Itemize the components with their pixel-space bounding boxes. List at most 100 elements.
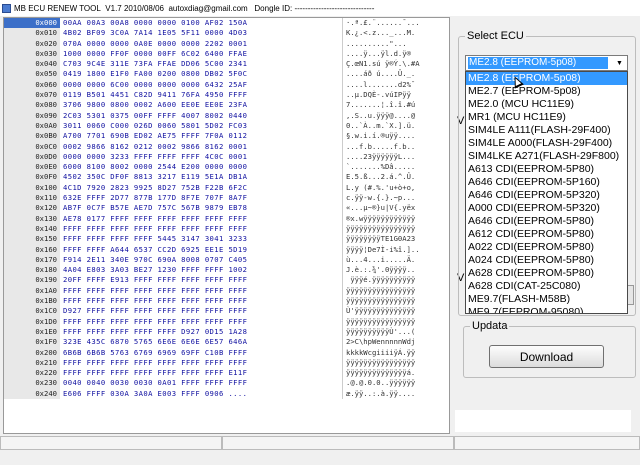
hex-ascii[interactable]: «...µ~®}u|V{.yëx — [342, 203, 447, 214]
hex-bytes[interactable]: A700 7701 690B ED02 AE75 FFFF 7F0A 0112 — [60, 131, 342, 141]
hex-row[interactable]: 0x050 0419 1800 E1F0 FA00 0200 0800 DB02 … — [4, 69, 449, 80]
hex-ascii[interactable]: ÿÿÿé.ÿÿÿÿÿÿÿÿÿÿ — [342, 275, 447, 286]
hex-row[interactable]: 0x160 FFFF FFFF A644 6537 CC2D 6925 EE1E … — [4, 244, 449, 255]
hex-row[interactable]: 0x1F0 323E 435C 6870 5765 6E6E 6E6E 6E57 … — [4, 337, 449, 348]
hex-bytes[interactable]: 070A 0000 0000 0A0E 0000 0000 2202 0001 — [60, 39, 342, 49]
hex-ascii[interactable]: .........."... — [342, 38, 447, 49]
hex-bytes[interactable]: 0000 0000 3233 FFFF FFFF FFFF 4C0C 0001 — [60, 152, 342, 162]
hex-bytes[interactable]: 4B02 BF09 3C0A 7A14 1E05 5F11 0000 4D03 — [60, 28, 342, 38]
ecu-option[interactable]: A022 CDI(EEPROM-5P80) — [466, 241, 627, 254]
hex-bytes[interactable]: FFFF FFFF FFFF FFFF FFFF FFFF FFFF FFFF — [60, 224, 342, 234]
ecu-select[interactable]: ME2.8 (EEPROM-5p08) ▼ — [465, 55, 628, 71]
hex-bytes[interactable]: FFFF FFFF FFFF FFFF FFFF FFFF FFFF FFFF — [60, 296, 342, 306]
ecu-option[interactable]: ME2.0 (MCU HC11E9) — [466, 98, 627, 111]
hex-ascii[interactable]: ÿÿÿÿÿÿÿÿTE1G0A23 — [342, 234, 447, 245]
hex-row[interactable]: 0x200 6B6B 6B6B 5763 6769 6969 69FF C10B … — [4, 347, 449, 358]
hex-row[interactable]: 0x000 00AA 00A3 00A8 0000 0000 0100 AF02 … — [4, 18, 449, 29]
ecu-option[interactable]: SIM4LE A000(FLASH-29F400) — [466, 137, 627, 150]
hex-ascii[interactable]: ....23ÿÿÿÿÿÿL... — [342, 151, 447, 163]
hex-row[interactable]: 0x110 632E FFFF 2D77 877B 177D 8F7E 707F … — [4, 193, 449, 204]
ecu-option[interactable]: ME9.7(EEPROM-95080) — [466, 306, 627, 313]
hex-row[interactable]: 0x1D0 FFFF FFFF FFFF FFFF FFFF FFFF FFFF … — [4, 316, 449, 327]
hex-bytes[interactable]: 00AA 00A3 00A8 0000 0000 0100 AF02 150A — [60, 18, 342, 28]
hex-row[interactable]: 0x190 20FF FFFF E913 FFFF FFFF FFFF FFFF … — [4, 275, 449, 286]
hex-ascii[interactable]: L.y (#.%.'u+ò+o, — [342, 182, 447, 194]
hex-row[interactable]: 0x100 4C1D 7920 2823 9925 8D27 752B F22B … — [4, 182, 449, 194]
hex-ascii[interactable]: ÿÿÿÿÿÿÿÿÿÿÿÿÿÿá. — [342, 368, 447, 379]
hex-bytes[interactable]: FFFF FFFF FFFF FFFF FFFF FFFF FFFF FFFF — [60, 286, 342, 296]
ecu-option[interactable]: SIM4LE A111(FLASH-29F400) — [466, 124, 627, 137]
download-button[interactable]: Download — [489, 345, 604, 368]
ecu-option[interactable]: ME9.7(FLASH-M58B) — [466, 293, 627, 306]
hex-row[interactable]: 0x210 FFFF FFFF FFFF FFFF FFFF FFFF FFFF … — [4, 357, 449, 369]
hex-row[interactable]: 0x170 F914 2E11 340E 970C 690A 8008 0707 … — [4, 254, 449, 266]
hex-bytes[interactable]: C703 9C4E 311E 73FA FFAE DD06 5C00 2341 — [60, 59, 342, 69]
hex-bytes[interactable]: F914 2E11 340E 970C 690A 8008 0707 C405 — [60, 255, 342, 265]
hex-bytes[interactable]: 0040 0040 0030 0030 0A01 FFFF FFFF FFFF — [60, 378, 342, 388]
hex-ascii[interactable]: ÿÿÿÿÿÿÿÿÿÿÿÿÿÿÿÿ — [342, 316, 447, 327]
hex-row[interactable]: 0x0F0 4502 350C DF0F 8813 3217 E119 5E1A … — [4, 172, 449, 183]
hex-row[interactable]: 0x010 4B02 BF09 3C0A 7A14 1E05 5F11 0000 … — [4, 28, 449, 39]
hex-bytes[interactable]: 0119 B501 4451 C82D 9411 76FA 4950 FFFF — [60, 90, 342, 100]
hex-editor[interactable]: 0x000 00AA 00A3 00A8 0000 0000 0100 AF02 … — [3, 17, 450, 434]
ecu-option[interactable]: SIM4LKE A271(FLASH-29F800) — [466, 150, 627, 163]
hex-row[interactable]: 0x1C0 D927 FFFF FFFF FFFF FFFF FFFF FFFF … — [4, 306, 449, 317]
hex-ascii[interactable]: 2>C\hpWennnnnWdj — [342, 337, 447, 348]
hex-ascii[interactable]: Ù'ÿÿÿÿÿÿÿÿÿÿÿÿÿÿ — [342, 306, 447, 317]
ecu-dropdown-list[interactable]: ME2.8 (EEPROM-5p08) ME2.7 (EEPROM-5p08) ME… — [465, 71, 628, 314]
ecu-option[interactable]: A612 CDI(EEPROM-5P80) — [466, 228, 627, 241]
hex-bytes[interactable]: 3706 9800 0800 0002 A600 EE0E EE0E 23FA — [60, 100, 342, 110]
chevron-down-icon[interactable]: ▼ — [613, 57, 626, 69]
hex-ascii[interactable]: ù...4...i.....Ä. — [342, 254, 447, 266]
hex-ascii[interactable]: æ.ÿÿ..:.à.ÿÿ.... — [342, 388, 447, 399]
hex-ascii[interactable]: ....l.......d2%¯ — [342, 79, 447, 91]
hex-row[interactable]: 0x030 1000 0000 FF0F 0000 00FF 6C02 6400 … — [4, 48, 449, 60]
hex-bytes[interactable]: AB7F 0C7F B57E AE7D 757C 567B 9879 EB78 — [60, 203, 342, 213]
hex-bytes[interactable]: 632E FFFF 2D77 877B 177D 8F7E 707F 8A7F — [60, 193, 342, 203]
hex-ascii[interactable]: .@.@.0.0..ÿÿÿÿÿÿ — [342, 378, 447, 389]
hex-row[interactable]: 0x140 FFFF FFFF FFFF FFFF FFFF FFFF FFFF … — [4, 223, 449, 235]
hex-bytes[interactable]: FFFF FFFF FFFF FFFF FFFF FFFF FFFF E11F — [60, 368, 342, 378]
hex-bytes[interactable]: E606 FFFF 030A 3A0A E003 FFFF 0906 .... — [60, 389, 342, 399]
hex-row[interactable]: 0x080 3706 9800 0800 0002 A600 EE0E EE0E … — [4, 100, 449, 111]
hex-row[interactable]: 0x1A0 FFFF FFFF FFFF FFFF FFFF FFFF FFFF … — [4, 285, 449, 297]
hex-row[interactable]: 0x240 E606 FFFF 030A 3A0A E003 FFFF 0906 … — [4, 388, 449, 399]
hex-row[interactable]: 0x0E0 6000 8100 8002 0000 2544 E200 0000 … — [4, 162, 449, 173]
hex-row[interactable]: 0x220 FFFF FFFF FFFF FFFF FFFF FFFF FFFF … — [4, 368, 449, 379]
hex-row[interactable]: 0x090 2C03 5301 0375 00FF FFFF 4007 8002 … — [4, 110, 449, 121]
hex-ascii[interactable]: c.ÿÿ-w.{.}.~p... — [342, 193, 447, 204]
hex-bytes[interactable]: FFFF FFFF FFFF FFFF FFFF D927 0D15 1A28 — [60, 327, 342, 337]
ecu-option[interactable]: MR1 (MCU HC11E9) — [466, 111, 627, 124]
hex-ascii[interactable]: `.......%Dâ..... — [342, 162, 447, 173]
ecu-option[interactable]: A613 CDI(EEPROM-5P80) — [466, 163, 627, 176]
hex-bytes[interactable]: 1000 0000 FF0F 0000 00FF 6C02 6400 FFAE — [60, 49, 342, 59]
hex-bytes[interactable]: FFFF FFFF FFFF FFFF 5445 3147 3041 3233 — [60, 234, 342, 244]
hex-bytes[interactable]: FFFF FFFF FFFF FFFF FFFF FFFF FFFF FFFF — [60, 317, 342, 327]
hex-row[interactable]: 0x180 4A04 E803 3A03 BE27 1230 FFFF FFFF … — [4, 265, 449, 276]
hex-row[interactable]: 0x070 0119 B501 4451 C82D 9411 76FA 4950 … — [4, 90, 449, 101]
hex-ascii[interactable]: §.w.i.í.®uÿÿ.... — [342, 131, 447, 142]
hex-bytes[interactable]: 2C03 5301 0375 00FF FFFF 4007 8002 0440 — [60, 111, 342, 121]
hex-bytes[interactable]: FFFF FFFF A644 6537 CC2D 6925 EE1E 5D19 — [60, 245, 342, 255]
ecu-option[interactable]: ME2.8 (EEPROM-5p08) — [466, 72, 627, 85]
hex-ascii[interactable]: ....ÿ...ÿl.d.ÿ® — [342, 48, 447, 60]
hex-bytes[interactable]: D927 FFFF FFFF FFFF FFFF FFFF FFFF FFFF — [60, 306, 342, 316]
hex-bytes[interactable]: 4502 350C DF0F 8813 3217 E119 5E1A DB1A — [60, 172, 342, 182]
hex-bytes[interactable]: 3011 0060 C000 026D 0060 5801 5D02 FC03 — [60, 121, 342, 131]
hex-ascii[interactable]: kkkkWcgiiiiÿÁ.ÿÿ — [342, 347, 447, 358]
hex-ascii[interactable]: ,.S..u.ÿÿÿ@....@ — [342, 110, 447, 121]
hex-ascii[interactable]: ÿÿÿÿÿÿÿÿÿÿÿÿÿÿÿÿ — [342, 296, 447, 307]
hex-bytes[interactable]: 0002 9866 8162 0212 0002 9866 8162 0001 — [60, 142, 342, 152]
hex-row[interactable]: 0x020 070A 0000 0000 0A0E 0000 0000 2202 … — [4, 38, 449, 49]
hex-row[interactable]: 0x230 0040 0040 0030 0030 0A01 FFFF FFFF … — [4, 378, 449, 389]
ecu-option[interactable]: A646 CDI(EEPROM-5P320) — [466, 189, 627, 202]
hex-ascii[interactable]: ®x.wÿÿÿÿÿÿÿÿÿÿÿÿ — [342, 213, 447, 224]
hex-ascii[interactable]: ÿÿÿÿÿÿÿÿÿÿÿÿÿÿÿÿ — [342, 357, 447, 369]
hex-bytes[interactable]: 0419 1800 E1F0 FA00 0200 0800 DB02 5F0C — [60, 69, 342, 79]
hex-bytes[interactable]: 20FF FFFF E913 FFFF FFFF FFFF FFFF FFFF — [60, 275, 342, 285]
hex-bytes[interactable]: AE78 0177 FFFF FFFF FFFF FFFF FFFF FFFF — [60, 214, 342, 224]
hex-bytes[interactable]: FFFF FFFF FFFF FFFF FFFF FFFF FFFF FFFF — [60, 358, 342, 368]
hex-bytes[interactable]: 4C1D 7920 2823 9925 8D27 752B F22B 6F2C — [60, 183, 342, 193]
hex-row[interactable]: 0x040 C703 9C4E 311E 73FA FFAE DD06 5C00 … — [4, 59, 449, 70]
hex-ascii[interactable]: ÿÿÿÿÿÿÿÿÿÿÿÿÿÿÿÿ — [342, 223, 447, 235]
